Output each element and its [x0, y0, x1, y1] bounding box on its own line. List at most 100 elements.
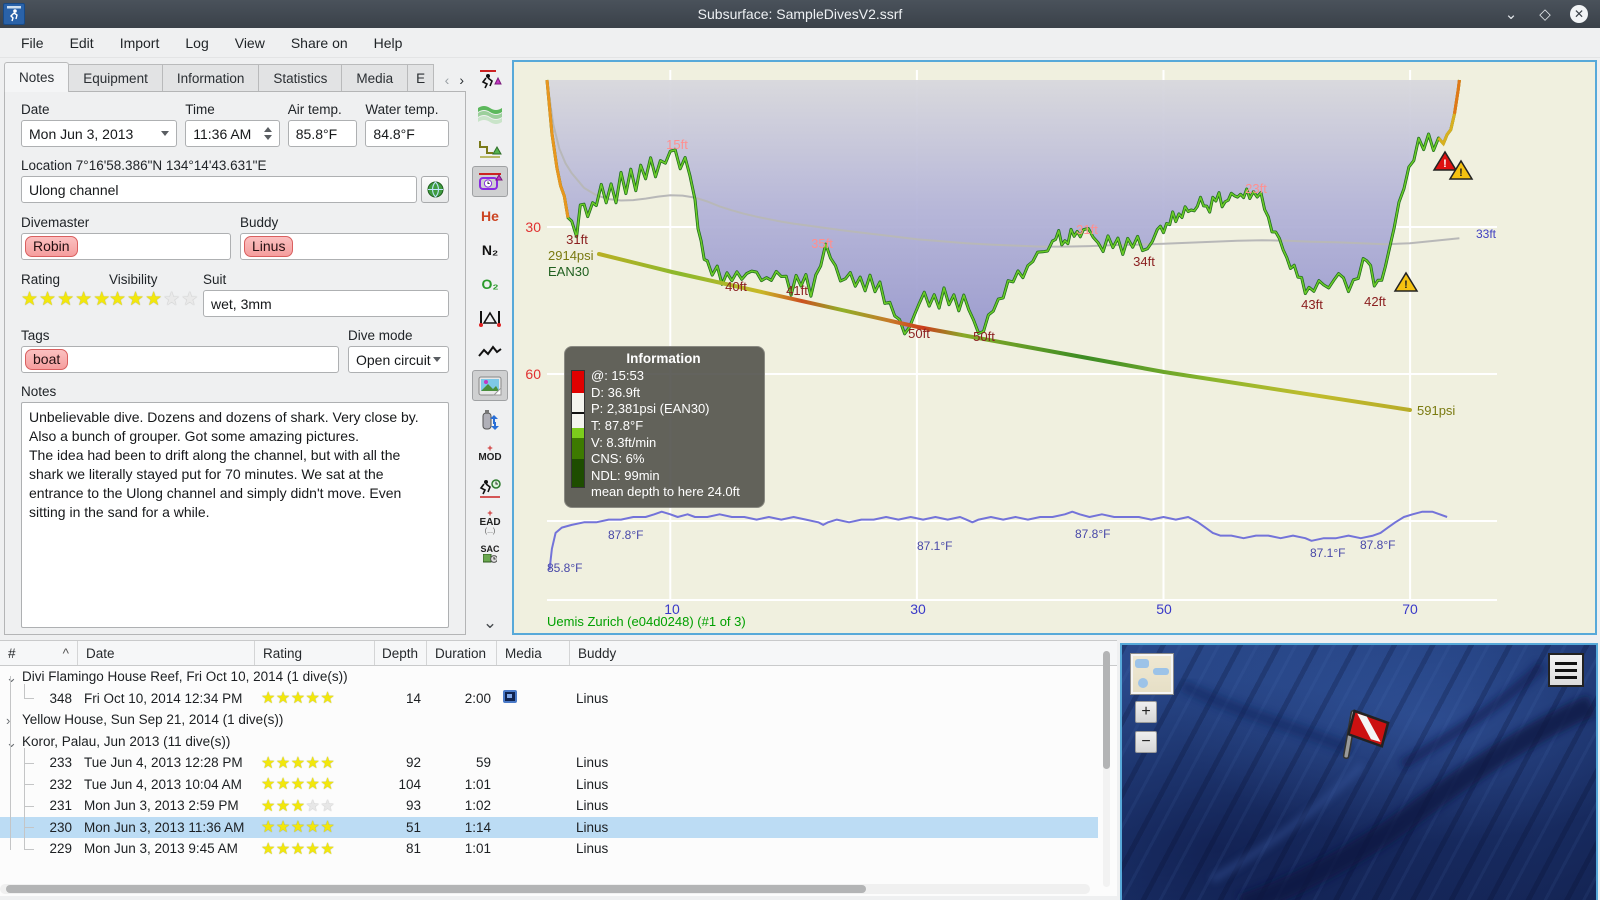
helium-graph-icon[interactable]: He	[472, 200, 508, 231]
buddy-tag: Linus	[244, 236, 294, 257]
column-number[interactable]: # ^	[0, 641, 78, 665]
menu-help[interactable]: Help	[363, 31, 414, 55]
tooltip-line: T: 87.8°F	[591, 417, 644, 433]
rating-stars[interactable]: ★★★★★	[21, 289, 110, 310]
divemaster-input[interactable]: Robin	[21, 233, 231, 260]
menu-log[interactable]: Log	[174, 31, 219, 55]
tags-input[interactable]: boat	[21, 346, 339, 373]
svg-text:2914psi: 2914psi	[548, 248, 594, 263]
window-title: Subsurface: SampleDivesV2.ssrf	[697, 6, 903, 22]
dive-row[interactable]: 229 Mon Jun 3, 2013 9:45 AM ★★★★★ 81 1:01 Lin…	[0, 838, 1098, 860]
menu-file[interactable]: File	[10, 31, 55, 55]
spinner-arrows-icon[interactable]	[263, 127, 272, 140]
tab-scroll-left-icon[interactable]: ‹	[445, 72, 450, 88]
star-icon: ★	[39, 289, 58, 310]
minimap-thumbnail[interactable]	[1130, 653, 1174, 695]
dive-row[interactable]: 348 Fri Oct 10, 2014 12:34 PM ★★★★★ 14 2:00 L…	[0, 688, 1098, 710]
oxygen-graph-icon[interactable]: O₂	[472, 268, 508, 299]
time-spinbox[interactable]: 11:36 AM	[185, 120, 280, 147]
svg-text:!: !	[1459, 167, 1463, 179]
ceiling-shaded-icon[interactable]	[472, 98, 508, 129]
buddy-input[interactable]: Linus	[240, 233, 449, 260]
map-menu-button[interactable]	[1548, 653, 1584, 687]
close-icon[interactable]: ✕	[1570, 5, 1588, 23]
tags-label: Tags	[21, 328, 50, 343]
tab-equipment[interactable]: Equipment	[69, 64, 163, 92]
nitrogen-graph-icon[interactable]: N₂	[472, 234, 508, 265]
heartrate-icon[interactable]	[472, 336, 508, 367]
dive-row[interactable]: 231 Mon Jun 3, 2013 2:59 PM ★★★★★ 93 1:02 Lin…	[0, 795, 1098, 817]
calculated-ceiling-icon[interactable]	[472, 132, 508, 163]
sort-ascending-icon: ^	[62, 645, 69, 661]
collapse-icon[interactable]: ⌄	[6, 735, 17, 751]
menu-share-on[interactable]: Share on	[280, 31, 359, 55]
trip-row[interactable]: ⌄ Koror, Palau, Jun 2013 (11 dive(s))	[0, 731, 1098, 753]
time-label: Time	[185, 102, 215, 117]
seafloor-ridges	[1179, 661, 1596, 900]
ascent-rate-icon[interactable]	[472, 64, 508, 95]
column-rating[interactable]: Rating	[255, 641, 375, 665]
column-depth[interactable]: Depth	[375, 641, 427, 665]
dc-ceiling-icon[interactable]	[472, 166, 508, 197]
date-combobox[interactable]: Mon Jun 3, 2013	[21, 120, 178, 147]
minimize-icon[interactable]: ⌄	[1502, 5, 1520, 23]
dive-list-horizontal-scrollbar[interactable]	[0, 884, 1090, 894]
toolbar-scroll-down-icon[interactable]: ⌄	[483, 613, 497, 635]
svg-text:87.1°F: 87.1°F	[1310, 546, 1345, 560]
svg-text:70: 70	[1402, 601, 1418, 617]
maximize-icon[interactable]: ◇	[1536, 5, 1554, 23]
tab-e[interactable]: E	[408, 64, 435, 92]
tab-information[interactable]: Information	[162, 64, 260, 92]
dive-list-header[interactable]: # ^ Date Rating Depth Duration Media Buddy	[0, 641, 1117, 666]
dive-row[interactable]: 230 Mon Jun 3, 2013 11:36 AM ★★★★★ 51 1:14 Li…	[0, 816, 1098, 838]
suit-label: Suit	[203, 272, 227, 287]
photos-icon[interactable]	[472, 370, 508, 401]
divemode-combobox[interactable]: Open circuit	[348, 346, 449, 373]
airtemp-label: Air temp.	[287, 102, 342, 117]
svg-text:!: !	[1404, 279, 1408, 291]
ead-icon[interactable]: + EAD (...)	[472, 506, 508, 537]
menu-view[interactable]: View	[224, 31, 276, 55]
collapse-icon[interactable]: ⌄	[6, 670, 17, 686]
mod-icon[interactable]: + MOD	[472, 438, 508, 469]
visibility-stars[interactable]: ★★★★★	[109, 290, 203, 309]
dive-info-panel: Notes Equipment Information Statistics Media…	[4, 62, 466, 635]
dive-row[interactable]: 232 Tue Jun 4, 2013 10:04 AM ★★★★★ 104 1:01 L…	[0, 774, 1098, 796]
dive-row[interactable]: 233 Tue Jun 4, 2013 12:28 PM ★★★★★ 92 59 Linu…	[0, 752, 1098, 774]
column-date[interactable]: Date	[78, 641, 255, 665]
column-duration[interactable]: Duration	[427, 641, 497, 665]
menu-import[interactable]: Import	[109, 31, 171, 55]
tab-scroll-right-icon[interactable]: ›	[459, 72, 464, 88]
svg-text:50: 50	[1156, 601, 1172, 617]
map-panel[interactable]: + −	[1120, 643, 1598, 900]
globe-button[interactable]	[421, 176, 449, 203]
tab-notes[interactable]: Notes	[4, 62, 70, 92]
column-media[interactable]: Media	[497, 641, 570, 665]
tooltip-line: P: 2,381psi (EAN30)	[591, 401, 710, 417]
ruler-icon[interactable]	[472, 302, 508, 333]
tooltip-line: @: 15:53	[591, 368, 644, 383]
menu-edit[interactable]: Edit	[59, 31, 105, 55]
tab-statistics[interactable]: Statistics	[259, 64, 343, 92]
tank-bar-icon[interactable]	[472, 404, 508, 435]
dive-list-vertical-scrollbar[interactable]	[1103, 651, 1110, 887]
tab-media[interactable]: Media	[342, 64, 409, 92]
suit-input[interactable]: wet, 3mm	[203, 290, 449, 317]
notes-label: Notes	[21, 384, 57, 399]
sac-icon[interactable]: SAC	[472, 540, 508, 571]
tab-bar: Notes Equipment Information Statistics Media…	[4, 62, 466, 92]
trip-row[interactable]: › Yellow House, Sun Sep 21, 2014 (1 dive(…	[0, 709, 1098, 731]
svg-text:41ft: 41ft	[786, 283, 808, 298]
notes-textarea[interactable]: Unbelievable dive. Dozens and dozens of …	[21, 402, 449, 628]
column-buddy[interactable]: Buddy	[570, 641, 1117, 665]
deco-time-icon[interactable]	[472, 472, 508, 503]
watertemp-field[interactable]: 84.8°F	[365, 120, 450, 147]
map-zoom-out-button[interactable]: −	[1135, 731, 1157, 753]
dive-site-flag-marker[interactable]	[1332, 703, 1392, 770]
location-input[interactable]: Ulong channel	[21, 176, 417, 203]
trip-row[interactable]: ⌄ Divi Flamingo House Reef, Fri Oct 10, 2…	[0, 666, 1098, 688]
profile-info-tooltip: Information @: 15:53 D: 36.9ft P: 2,381psi…	[564, 346, 765, 508]
airtemp-field[interactable]: 85.8°F	[287, 120, 358, 147]
media-thumbnail-icon[interactable]	[503, 690, 517, 704]
map-zoom-in-button[interactable]: +	[1135, 701, 1157, 723]
